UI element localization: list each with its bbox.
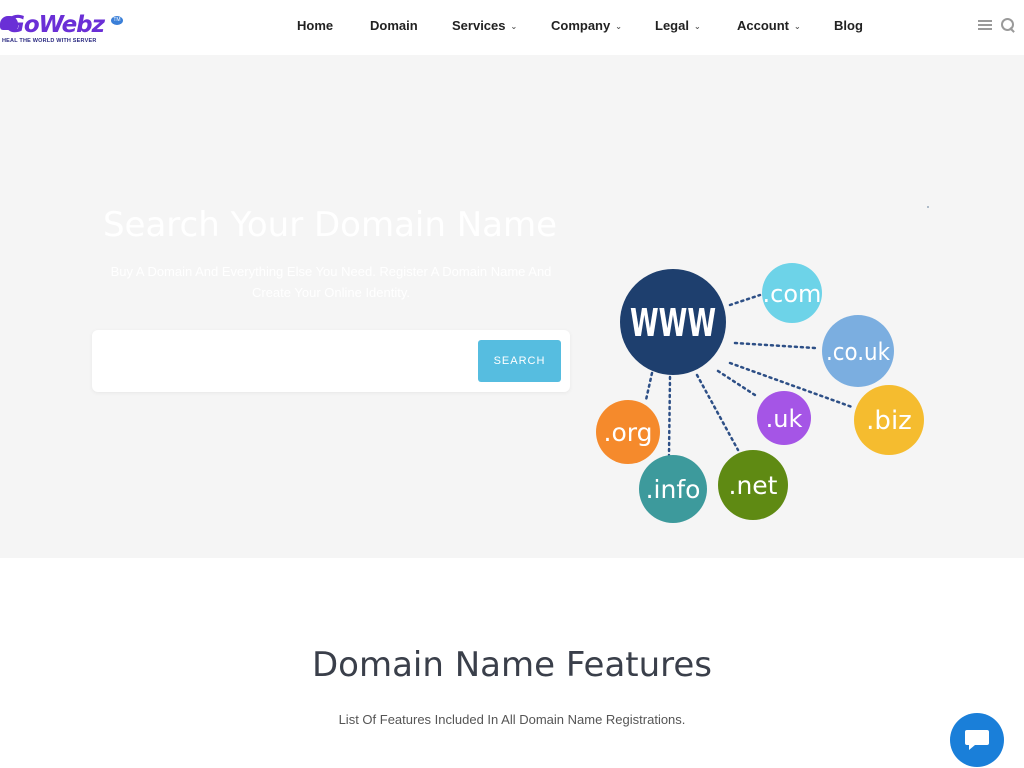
tld-biz-label: .biz: [866, 406, 912, 436]
chevron-down-icon: ⌄: [693, 22, 701, 31]
nav-domain[interactable]: Domain: [370, 18, 418, 33]
nav-services[interactable]: Services ⌄: [452, 18, 517, 33]
chevron-down-icon: ⌄: [615, 22, 622, 31]
logo[interactable]: GoWebz TM HEAL THE WORLD WITH SERVER: [0, 10, 130, 48]
hero-title: Search Your Domain Name: [102, 205, 558, 245]
nav-company[interactable]: Company ⌄: [551, 18, 622, 33]
domain-search-box: SEARCH: [92, 330, 570, 392]
hero-section: Search Your Domain Name Buy A Domain And…: [0, 55, 1024, 558]
features-subtitle: List Of Features Included In All Domain …: [338, 712, 686, 727]
logo-tagline: HEAL THE WORLD WITH SERVER: [2, 38, 97, 44]
tld-com-label: .com: [763, 280, 822, 308]
nav-label: Legal: [655, 18, 689, 33]
logo-text: GoWebz: [6, 12, 105, 38]
chevron-down-icon: ⌄: [510, 22, 518, 31]
nav-label: Services: [452, 18, 506, 33]
hero-subtitle: Buy A Domain And Everything Else You Nee…: [92, 261, 570, 303]
nav-label: Home: [297, 18, 334, 33]
tld-couk-label: .co.uk: [826, 338, 890, 366]
search-button[interactable]: SEARCH: [478, 340, 561, 382]
trademark-badge: TM: [111, 16, 123, 25]
features-title: Domain Name Features: [311, 645, 713, 685]
chevron-down-icon: ⌄: [794, 22, 801, 31]
domain-extensions-graphic: WWW .com .co.uk .biz .uk .net .info .org: [596, 263, 924, 523]
nav-legal[interactable]: Legal ⌄: [655, 18, 701, 33]
nav-label: Account: [737, 18, 789, 33]
site-header: GoWebz TM HEAL THE WORLD WITH SERVER Hom…: [0, 0, 1024, 55]
hero-subtitle-line-1: Buy A Domain And Everything Else You Nee…: [110, 264, 552, 279]
header-icons: [978, 17, 1016, 33]
chat-button[interactable]: [950, 713, 1004, 767]
domain-search-input[interactable]: [104, 342, 474, 380]
hero-subtitle-line-2: Create Your Online Identity.: [251, 285, 411, 300]
tld-info-label: .info: [646, 475, 701, 504]
nav-label: Company: [551, 18, 611, 33]
www-label: WWW: [630, 301, 716, 345]
chat-bubble-icon: [965, 730, 989, 750]
decorative-dot: [927, 206, 929, 208]
nav-account[interactable]: Account ⌄: [737, 18, 801, 33]
nav-home[interactable]: Home: [297, 18, 333, 33]
search-icon[interactable]: [1000, 17, 1016, 33]
tld-uk-label: .uk: [766, 405, 803, 433]
nav-blog[interactable]: Blog: [834, 18, 863, 33]
tld-net-label: .net: [729, 471, 778, 500]
menu-icon[interactable]: [978, 19, 992, 31]
tld-org-label: .org: [604, 418, 653, 447]
nav-label: Domain: [370, 18, 418, 33]
nav-label: Blog: [834, 18, 863, 33]
